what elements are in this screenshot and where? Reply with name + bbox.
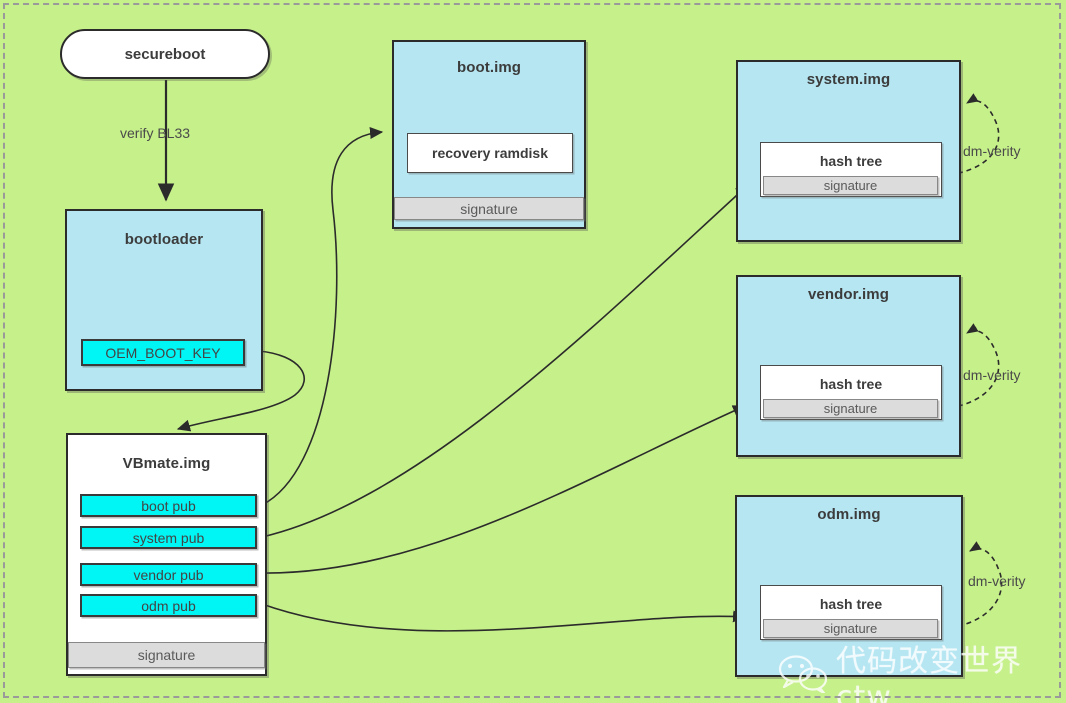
edge-label-dm-verity-vendor: dm-verity: [963, 367, 1021, 383]
odm-hash-tree-signature-bar: signature: [763, 619, 938, 638]
odm-hash-tree-label: hash tree: [819, 596, 883, 612]
secureboot-label: secureboot: [124, 45, 206, 63]
system-hash-tree-label: hash tree: [819, 153, 883, 169]
edge-bootpub-to-bootimg: [261, 126, 384, 506]
node-boot-img[interactable]: boot.img recovery ramdisk signature: [392, 40, 586, 229]
key-bar-boot-pub[interactable]: boot pub: [80, 494, 257, 517]
bootloader-label: bootloader: [124, 231, 204, 248]
oem-boot-key-bar[interactable]: OEM_BOOT_KEY: [81, 339, 245, 366]
node-bootloader[interactable]: bootloader OEM_BOOT_KEY: [65, 209, 263, 391]
key-bar-vendor-pub[interactable]: vendor pub: [80, 563, 257, 586]
recovery-ramdisk-box[interactable]: recovery ramdisk: [407, 133, 573, 173]
boot-img-label: boot.img: [456, 59, 522, 76]
vbmate-signature-bar: signature: [68, 642, 265, 668]
vbmate-label: VBmate.img: [122, 455, 211, 472]
recovery-ramdisk-label: recovery ramdisk: [432, 145, 548, 161]
node-vbmate-img[interactable]: VBmate.img boot pub system pub vendor pu…: [66, 433, 267, 676]
edge-label-verify-bl33: verify BL33: [120, 125, 191, 141]
node-odm-img[interactable]: odm.img hash tree signature: [735, 495, 963, 677]
vendor-img-label: vendor.img: [807, 286, 890, 303]
key-bar-odm-pub[interactable]: odm pub: [80, 594, 257, 617]
node-vendor-img[interactable]: vendor.img hash tree signature: [736, 275, 961, 457]
edge-label-dm-verity-odm: dm-verity: [968, 573, 1026, 589]
edge-odmpub-to-odmimg: [261, 603, 747, 632]
vendor-hash-tree-label: hash tree: [819, 376, 883, 392]
node-secureboot[interactable]: secureboot: [60, 29, 270, 79]
key-bar-system-pub[interactable]: system pub: [80, 526, 257, 549]
edge-systempub-to-systemimg: [261, 184, 749, 538]
diagram-canvas: secureboot verify BL33 bootloader OEM_BO…: [0, 0, 1066, 703]
edge-label-dm-verity-system: dm-verity: [963, 143, 1021, 159]
system-img-label: system.img: [806, 71, 891, 88]
node-system-img[interactable]: system.img hash tree signature: [736, 60, 961, 242]
boot-img-signature-bar: signature: [394, 197, 584, 220]
system-hash-tree-signature-bar: signature: [763, 176, 938, 195]
odm-img-label: odm.img: [817, 506, 881, 523]
odm-hash-tree-box[interactable]: hash tree signature: [760, 585, 942, 640]
system-hash-tree-box[interactable]: hash tree signature: [760, 142, 942, 197]
vendor-hash-tree-signature-bar: signature: [763, 399, 938, 418]
vendor-hash-tree-box[interactable]: hash tree signature: [760, 365, 942, 420]
edge-vendorpub-to-vendorimg: [261, 405, 747, 574]
